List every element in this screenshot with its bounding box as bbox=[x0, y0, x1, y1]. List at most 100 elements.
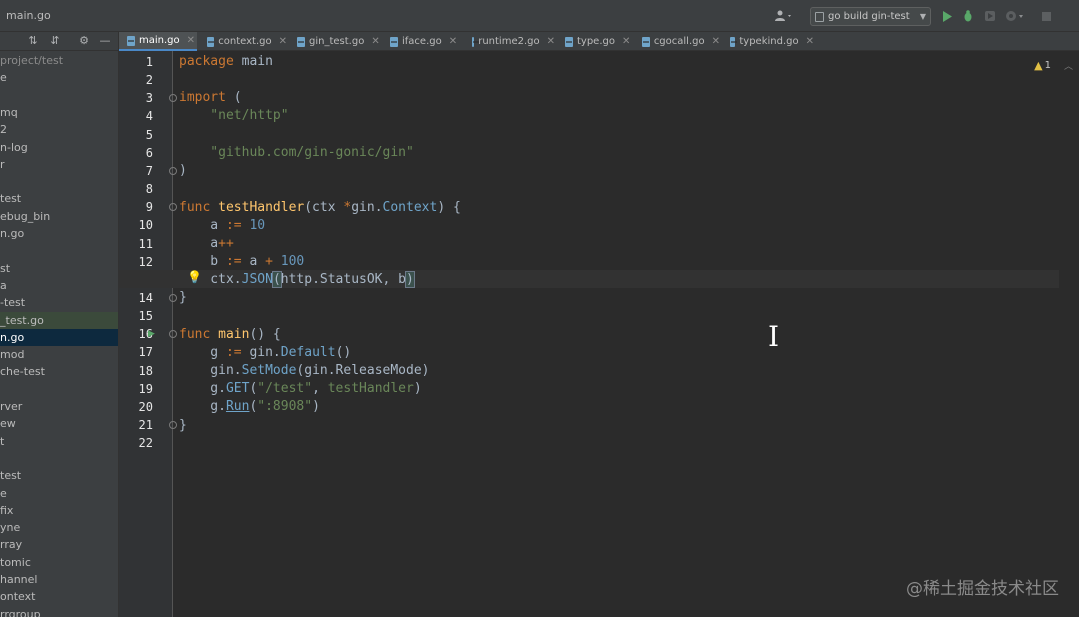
tree-item[interactable] bbox=[0, 242, 118, 259]
lightbulb-icon[interactable]: 💡 bbox=[187, 270, 202, 284]
code-line-7: ) bbox=[179, 163, 187, 178]
tree-item[interactable]: 2 bbox=[0, 121, 118, 138]
tree-item[interactable]: tomic bbox=[0, 554, 118, 571]
line-number: 11 bbox=[138, 236, 153, 251]
code-line-6: "github.com/gin-gonic/gin" bbox=[179, 145, 414, 160]
tree-item[interactable]: n-log bbox=[0, 139, 118, 156]
code-line-10: a := 10 bbox=[179, 217, 265, 235]
inspection-widget[interactable]: ▲ 1 bbox=[1034, 59, 1051, 72]
bug-icon[interactable] bbox=[961, 8, 975, 24]
close-icon[interactable]: ✕ bbox=[371, 36, 379, 47]
close-icon[interactable]: ✕ bbox=[279, 36, 287, 47]
go-file-icon bbox=[390, 36, 398, 47]
tree-item[interactable]: mod bbox=[0, 346, 118, 363]
function-name: main bbox=[210, 327, 250, 342]
close-icon[interactable]: ✕ bbox=[712, 36, 720, 47]
tree-item[interactable]: -test bbox=[0, 294, 118, 311]
tab-main-go[interactable]: main.go ✕ bbox=[119, 32, 197, 51]
tree-item[interactable]: yne bbox=[0, 519, 118, 536]
tab-label: main.go bbox=[139, 35, 180, 46]
profile-icon[interactable] bbox=[1005, 8, 1025, 24]
tab-runtime2-go[interactable]: runtime2.go ✕ bbox=[464, 32, 555, 51]
tree-item[interactable]: ebug_bin bbox=[0, 208, 118, 225]
number: 10 bbox=[249, 218, 266, 233]
expand-all-icon[interactable]: ⇅ bbox=[26, 34, 40, 48]
tree-item[interactable]: rray bbox=[0, 536, 118, 553]
string: ":8908" bbox=[257, 399, 313, 414]
punctuation: ) bbox=[312, 399, 320, 414]
fold-marker-icon[interactable] bbox=[169, 94, 177, 103]
tree-item[interactable]: e bbox=[0, 69, 118, 86]
close-icon[interactable]: ✕ bbox=[449, 36, 457, 47]
tree-item[interactable]: t bbox=[0, 433, 118, 450]
fold-marker-icon[interactable] bbox=[169, 203, 177, 212]
method-call: JSON bbox=[241, 272, 273, 287]
play-icon[interactable] bbox=[940, 8, 954, 24]
coverage-icon[interactable] bbox=[983, 8, 997, 24]
tree-item[interactable]: test bbox=[0, 467, 118, 484]
close-icon[interactable]: ✕ bbox=[547, 36, 555, 47]
tree-item[interactable]: n.go bbox=[0, 328, 118, 346]
punctuation: ( bbox=[225, 90, 242, 105]
minimize-icon[interactable]: — bbox=[98, 34, 112, 48]
run-configuration-select[interactable]: go build gin-test ▼ bbox=[810, 7, 931, 26]
tree-item[interactable]: rver bbox=[0, 398, 118, 415]
tree-item[interactable] bbox=[0, 87, 118, 104]
tree-item[interactable]: mq bbox=[0, 104, 118, 121]
go-file-icon bbox=[565, 36, 573, 47]
tree-item[interactable]: e bbox=[0, 485, 118, 502]
tab-cgocall-go[interactable]: cgocall.go ✕ bbox=[634, 32, 720, 51]
tree-item[interactable]: a bbox=[0, 277, 118, 294]
run-gutter-icon[interactable]: ▶ bbox=[148, 329, 155, 339]
code-line-12: b := a + 100 bbox=[179, 253, 304, 271]
file-icon bbox=[815, 11, 824, 22]
tree-item[interactable] bbox=[0, 450, 118, 467]
tree-item[interactable] bbox=[0, 173, 118, 190]
code-editor[interactable]: 12345678910111213141516171819202122 pack… bbox=[119, 51, 1079, 617]
code-line-18: gin.SetMode(gin.ReleaseMode) bbox=[179, 362, 429, 380]
tree-item[interactable]: ew bbox=[0, 415, 118, 432]
tab-label: gin_test.go bbox=[309, 36, 365, 47]
tree-item[interactable]: che-test bbox=[0, 363, 118, 380]
tree-item[interactable]: test bbox=[0, 190, 118, 207]
user-icon[interactable] bbox=[771, 8, 797, 24]
tree-item[interactable]: ontext bbox=[0, 588, 118, 605]
tree-item[interactable] bbox=[0, 381, 118, 398]
method-call: Run bbox=[225, 399, 250, 414]
fold-marker-icon[interactable] bbox=[169, 421, 177, 429]
tab-typekind-go[interactable]: typekind.go ✕ bbox=[722, 32, 814, 51]
tree-item[interactable]: r bbox=[0, 156, 118, 173]
go-file-icon bbox=[472, 36, 480, 47]
chevron-up-icon[interactable]: ︿ bbox=[1064, 59, 1073, 72]
punctuation: () bbox=[335, 345, 352, 360]
tree-item[interactable]: rrgroup bbox=[0, 606, 118, 617]
tree-item[interactable]: project/test bbox=[0, 52, 118, 69]
fold-marker-icon[interactable] bbox=[169, 293, 177, 302]
type-name: Context bbox=[382, 200, 438, 215]
project-tree-panel: ⇅ ⇵ ⚙ — project/test e mq 2 n-log r test ebug_b… bbox=[0, 32, 119, 617]
tab-context-go[interactable]: context.go ✕ bbox=[199, 32, 287, 51]
arguments: (gin.ReleaseMode) bbox=[296, 363, 430, 378]
tree-item[interactable]: _test.go bbox=[0, 311, 118, 329]
gear-icon[interactable]: ⚙ bbox=[77, 34, 91, 48]
tab-iface-go[interactable]: iface.go ✕ bbox=[382, 32, 462, 51]
line-number: 4 bbox=[145, 109, 153, 124]
package-name: gin bbox=[351, 200, 375, 215]
tree-item[interactable]: n.go bbox=[0, 225, 118, 242]
code-line-3: import ( bbox=[179, 89, 242, 107]
tree-item[interactable]: hannel bbox=[0, 571, 118, 588]
tree-item[interactable]: st bbox=[0, 260, 118, 277]
keyword: func bbox=[179, 200, 211, 215]
fold-marker-icon[interactable] bbox=[169, 330, 177, 339]
close-icon[interactable]: ✕ bbox=[622, 36, 630, 47]
line-number: 9 bbox=[145, 200, 153, 215]
close-icon[interactable]: ✕ bbox=[806, 36, 814, 47]
tab-gin_test-go[interactable]: gin_test.go ✕ bbox=[289, 32, 380, 51]
tab-type-go[interactable]: type.go ✕ bbox=[557, 32, 632, 51]
collapse-all-icon[interactable]: ⇵ bbox=[48, 34, 62, 48]
fold-marker-icon[interactable] bbox=[169, 166, 177, 175]
line-number: 20 bbox=[138, 399, 153, 414]
stop-icon[interactable] bbox=[1040, 8, 1052, 24]
close-icon[interactable]: ✕ bbox=[187, 35, 195, 46]
tree-item[interactable]: fix bbox=[0, 502, 118, 519]
